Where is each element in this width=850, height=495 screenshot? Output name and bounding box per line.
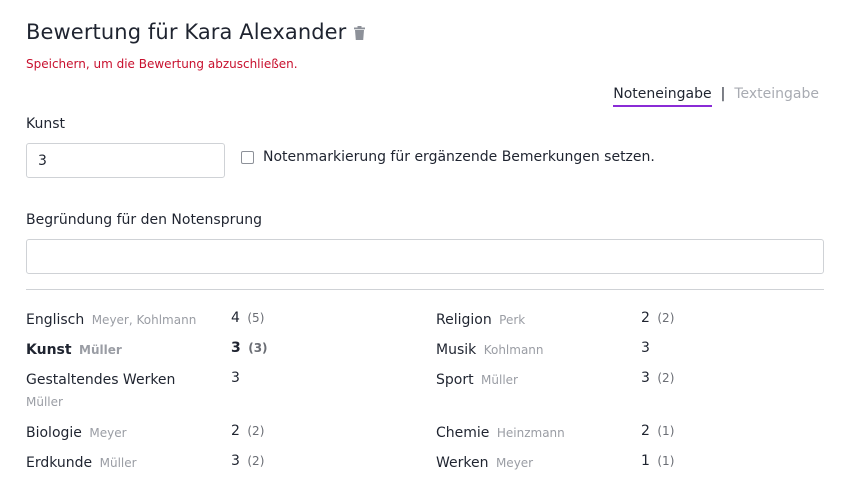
- tab-texteingabe[interactable]: Texteingabe: [734, 86, 819, 105]
- grade-row: Sport Müller 3 (2): [436, 369, 826, 422]
- mark-checkbox-label: Notenmarkierung für ergänzende Bemerkung…: [263, 149, 655, 165]
- subject-name: Biologie: [26, 425, 82, 441]
- grade-value: 1: [641, 453, 650, 469]
- teacher-name: Kohlmann: [483, 343, 544, 357]
- grade-value: 2: [231, 423, 240, 439]
- grade-row: Musik Kohlmann 3: [436, 339, 826, 369]
- teacher-name: Heinzmann: [496, 426, 565, 440]
- teacher-name: Meyer: [89, 426, 127, 440]
- header: Bewertung für Kara Alexander: [26, 20, 366, 44]
- reason-label: Begründung für den Notensprung: [26, 212, 262, 228]
- subject-label: Kunst: [26, 116, 66, 132]
- grade-row: Chemie Heinzmann 2 (1): [436, 422, 826, 452]
- grade-row-current: Kunst Müller 3 (3): [26, 339, 416, 369]
- teacher-name: Müller: [26, 395, 63, 409]
- mode-separator: |: [720, 86, 726, 102]
- teacher-name: Müller: [481, 373, 518, 387]
- subject-name: Chemie: [436, 425, 490, 441]
- grade-row: Erdkunde Müller 3 (2): [26, 452, 416, 482]
- grades-left-column: Englisch Meyer, Kohlmann 4 (5) Kunst Mül…: [26, 309, 416, 482]
- subject-name: Gestaltendes Werken: [26, 372, 176, 388]
- page-title: Bewertung für Kara Alexander: [26, 20, 347, 44]
- previous-grade: (3): [248, 341, 268, 355]
- previous-grade: (5): [247, 311, 265, 325]
- grade-value: 2: [641, 310, 650, 326]
- previous-grade: (1): [657, 424, 675, 438]
- previous-grade: (1): [657, 454, 675, 468]
- trash-icon[interactable]: [354, 25, 366, 40]
- grade-row: Werken Meyer 1 (1): [436, 452, 826, 482]
- subject-name: Erdkunde: [26, 455, 93, 471]
- grade-row: Englisch Meyer, Kohlmann 4 (5): [26, 309, 416, 339]
- previous-grade: (2): [657, 311, 675, 325]
- subject-name: Sport: [436, 372, 474, 388]
- subject-name: Englisch: [26, 312, 85, 328]
- teacher-name: Meyer: [495, 456, 534, 470]
- reason-input[interactable]: [26, 239, 824, 274]
- previous-grade: (2): [247, 424, 265, 438]
- grade-value: 3: [231, 340, 241, 356]
- grade-row: Religion Perk 2 (2): [436, 309, 826, 339]
- subject-name: Musik: [436, 342, 477, 358]
- divider: [26, 289, 824, 290]
- grade-value: 3: [231, 453, 240, 469]
- grade-value: 3: [231, 370, 240, 386]
- mode-switch: Noteneingabe | Texteingabe: [613, 86, 819, 107]
- grade-row: Gestaltendes Werken Müller 3: [26, 369, 416, 422]
- grade-row: Biologie Meyer 2 (2): [26, 422, 416, 452]
- teacher-name: Meyer, Kohlmann: [91, 313, 197, 327]
- mark-checkbox-row[interactable]: Notenmarkierung für ergänzende Bemerkung…: [241, 149, 655, 165]
- tab-noteneingabe[interactable]: Noteneingabe: [613, 86, 712, 107]
- teacher-name: Perk: [499, 313, 526, 327]
- grade-input[interactable]: [26, 143, 225, 178]
- previous-grade: (2): [657, 371, 675, 385]
- subject-name: Religion: [436, 312, 492, 328]
- grades-right-column: Religion Perk 2 (2) Musik Kohlmann 3 Spo…: [436, 309, 826, 482]
- grade-value: 3: [641, 370, 650, 386]
- teacher-name: Müller: [79, 343, 122, 357]
- teacher-name: Müller: [99, 456, 137, 470]
- save-hint: Speichern, um die Bewertung abzuschließe…: [26, 57, 298, 71]
- previous-grade: (2): [247, 454, 265, 468]
- mark-checkbox[interactable]: [241, 150, 254, 164]
- grade-value: 2: [641, 423, 650, 439]
- grade-value: 4: [231, 310, 240, 326]
- subject-name: Werken: [436, 455, 489, 471]
- subject-name: Kunst: [26, 342, 72, 358]
- grade-value: 3: [641, 340, 650, 356]
